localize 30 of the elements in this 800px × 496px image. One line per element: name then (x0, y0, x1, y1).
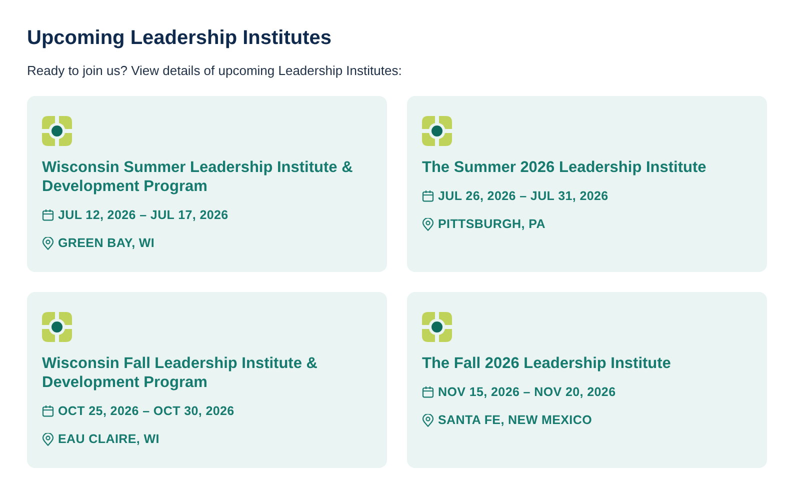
logo-icon (42, 312, 72, 342)
logo-icon (422, 312, 452, 342)
intro-text: Ready to join us? View details of upcoming Leadership Institutes: (27, 63, 403, 78)
location-pin-icon (422, 414, 434, 426)
event-title[interactable]: The Summer 2026 Leadership Institute (422, 158, 753, 177)
event-dates: NOV 15, 2026 – NOV 20, 2026 (438, 385, 616, 399)
event-title[interactable]: Wisconsin Fall Leadership Institute & Development Program (42, 354, 373, 392)
event-dates: OCT 25, 2026 – OCT 30, 2026 (58, 404, 234, 418)
event-card[interactable]: Wisconsin Summer Leadership Institute & Development Program JUL 12, 2026 – JUL 17, 2026 GREEN BAY, WI (27, 96, 387, 272)
location-pin-icon (422, 218, 434, 230)
event-location: GREEN BAY, WI (58, 236, 155, 250)
event-card[interactable]: Wisconsin Fall Leadership Institute & Development Program OCT 25, 2026 – OCT 30, 2026 EAU CLAIRE, WI (27, 292, 387, 468)
event-title[interactable]: Wisconsin Summer Leadership Institute & Development Program (42, 158, 373, 196)
event-card[interactable]: The Fall 2026 Leadership Institute NOV 15, 2026 – NOV 20, 2026 SANTA FE, NEW MEXICO (407, 292, 767, 468)
calendar-icon (422, 190, 434, 202)
logo-icon (42, 116, 72, 146)
calendar-icon (42, 405, 54, 417)
event-card[interactable]: The Summer 2026 Leadership Institute JUL 26, 2026 – JUL 31, 2026 PITTSBURGH, PA (407, 96, 767, 272)
logo-icon (422, 116, 452, 146)
event-title[interactable]: The Fall 2026 Leadership Institute (422, 354, 753, 373)
section-heading: Upcoming Leadership Institutes (27, 26, 332, 51)
event-dates: JUL 12, 2026 – JUL 17, 2026 (58, 208, 228, 222)
calendar-icon (422, 386, 434, 398)
event-dates: JUL 26, 2026 – JUL 31, 2026 (438, 189, 608, 203)
event-location: EAU CLAIRE, WI (58, 432, 160, 446)
location-pin-icon (42, 432, 54, 446)
location-pin-icon (42, 236, 54, 250)
event-location: SANTA FE, NEW MEXICO (438, 413, 592, 427)
calendar-icon (42, 209, 54, 221)
event-location: PITTSBURGH, PA (438, 217, 546, 231)
